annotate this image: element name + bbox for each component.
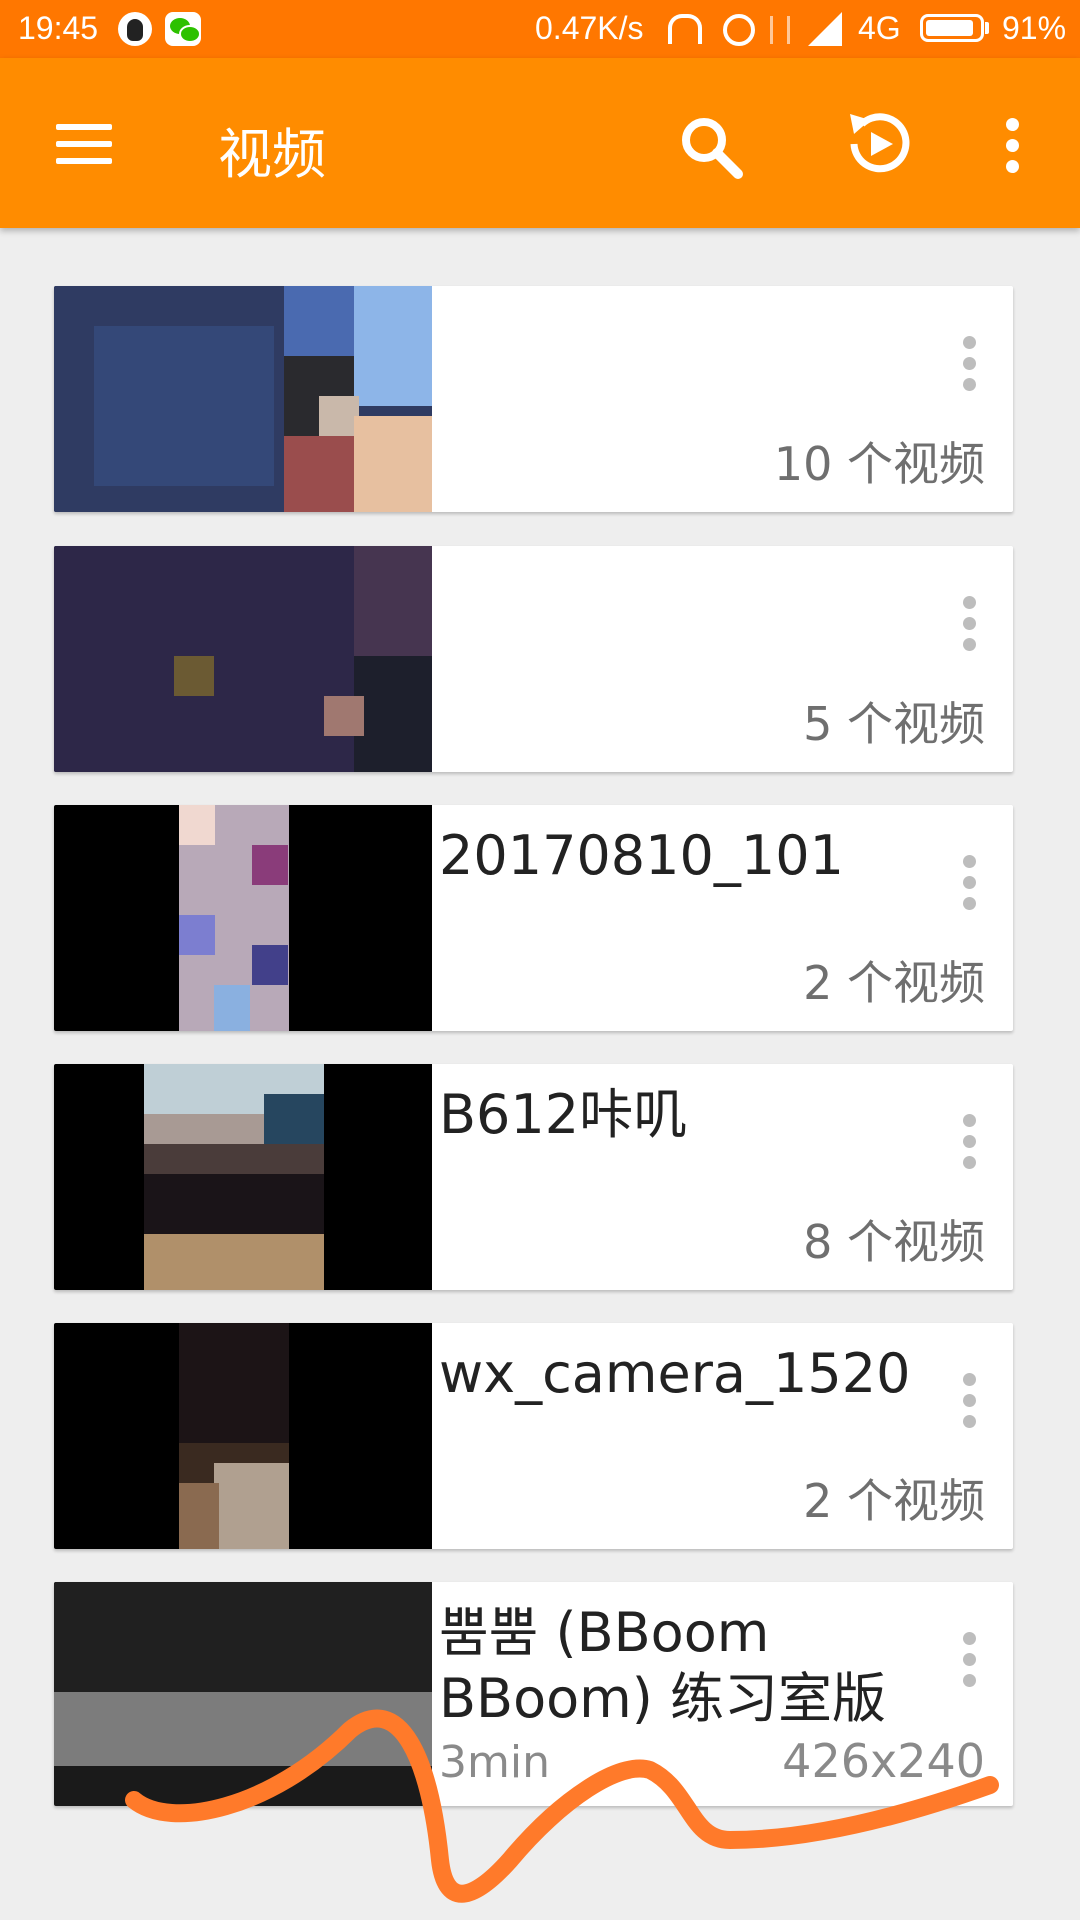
video-count: 2 个视频 — [803, 956, 985, 1010]
folder-title: 20170810_101 — [439, 824, 844, 887]
folder-card[interactable]: 뿜뿜 (BBoom BBoom) 练习室版 3min 426x240 — [54, 1582, 1013, 1806]
folder-card[interactable]: 10 个视频 — [54, 286, 1013, 512]
data-transfer-icon — [770, 16, 790, 44]
folder-title: wx_camera_1520 — [439, 1342, 911, 1405]
video-duration: 3min — [439, 1737, 550, 1788]
qq-icon — [118, 12, 152, 46]
net-speed: 0.47K/s — [535, 10, 644, 46]
app-bar: 视频 — [0, 58, 1080, 228]
video-resolution: 426x240 — [782, 1734, 985, 1788]
folder-title: 뿜뿜 (BBoom BBoom) 练习室版 — [439, 1601, 887, 1730]
card-more-options-icon[interactable] — [963, 855, 977, 911]
folder-card[interactable]: 5 个视频 — [54, 546, 1013, 772]
card-more-options-icon[interactable] — [963, 336, 977, 392]
card-more-options-icon[interactable] — [963, 596, 977, 652]
video-count: 8 个视频 — [803, 1215, 985, 1269]
wechat-icon — [165, 12, 201, 46]
card-more-options-icon[interactable] — [963, 1632, 977, 1688]
more-options-icon[interactable] — [998, 118, 1030, 174]
page-title: 视频 — [218, 123, 326, 186]
status-time: 19:45 — [18, 10, 99, 46]
search-icon[interactable] — [678, 114, 744, 180]
video-count: 5 个视频 — [803, 697, 985, 751]
signal-icon — [808, 12, 842, 46]
video-count: 10 个视频 — [773, 437, 985, 491]
battery-level — [926, 20, 974, 36]
video-thumbnail — [54, 805, 432, 1031]
video-thumbnail — [54, 286, 432, 512]
network-type: 4G — [858, 10, 901, 46]
video-thumbnail — [54, 1064, 432, 1290]
video-count: 2 个视频 — [803, 1474, 985, 1528]
card-more-options-icon[interactable] — [963, 1373, 977, 1429]
resume-playback-icon[interactable] — [840, 106, 916, 182]
folder-card[interactable]: wx_camera_1520 2 个视频 — [54, 1323, 1013, 1549]
video-thumbnail — [54, 1582, 432, 1806]
video-thumbnail — [54, 546, 432, 772]
folder-card[interactable]: 20170810_101 2 个视频 — [54, 805, 1013, 1031]
battery-tip — [985, 22, 989, 34]
video-thumbnail — [54, 1323, 432, 1549]
card-more-options-icon[interactable] — [963, 1114, 977, 1170]
folder-card[interactable]: B612咔叽 8 个视频 — [54, 1064, 1013, 1290]
folder-title: B612咔叽 — [439, 1083, 688, 1146]
menu-icon[interactable] — [56, 124, 112, 164]
status-bar: 19:45 0.47K/s 4G 91% — [0, 0, 1080, 58]
headset-icon — [668, 14, 702, 44]
alarm-icon — [723, 14, 755, 46]
battery-percent: 91% — [1002, 10, 1067, 46]
battery-icon — [920, 14, 984, 42]
